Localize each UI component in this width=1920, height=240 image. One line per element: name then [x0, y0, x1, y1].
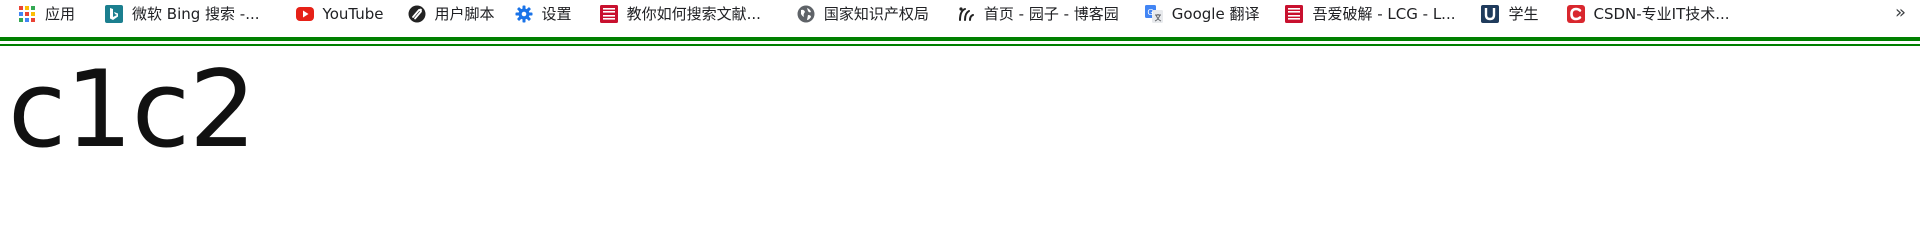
bookmark-label: 教你如何搜索文献...	[626, 5, 761, 23]
apps-grid-icon	[18, 5, 36, 23]
bookmark-google-translate[interactable]: G Google 翻译	[1139, 1, 1266, 27]
bookmark-label: 微软 Bing 搜索 -...	[132, 5, 260, 23]
bookmark-label: 首页 - 园子 - 博客园	[983, 5, 1119, 23]
bookmark-youtube[interactable]: YouTube	[290, 1, 390, 27]
bookmark-apps[interactable]: 应用	[12, 1, 81, 27]
bookmark-label: 应用	[45, 5, 76, 23]
gear-icon	[515, 5, 533, 23]
bookmark-label: 吾爱破解 - LCG - L...	[1312, 5, 1456, 23]
green-divider-line	[0, 44, 1920, 46]
u-logo-icon	[1481, 5, 1500, 23]
bookmark-label: Google 翻译	[1171, 5, 1260, 23]
bookmark-bing[interactable]: 微软 Bing 搜索 -...	[99, 1, 266, 27]
bookmarks-overflow-button[interactable]: »	[1895, 2, 1906, 23]
cnblogs-icon	[957, 5, 975, 23]
bookmark-student[interactable]: 学生	[1475, 1, 1544, 27]
bookmark-label: 学生	[1508, 5, 1539, 23]
bookmark-userscript[interactable]: 用户脚本	[402, 1, 501, 27]
bookmark-label: YouTube	[322, 5, 384, 23]
bookmark-52pojie[interactable]: 吾爱破解 - LCG - L...	[1279, 1, 1461, 27]
svg-text:G: G	[1147, 8, 1153, 17]
bookmark-cnipa[interactable]: 国家知识产权局	[791, 1, 935, 27]
bookmark-label: 设置	[541, 5, 572, 23]
page-heading: c1c2	[8, 48, 256, 171]
csdn-logo-icon	[1566, 5, 1585, 23]
bookmark-settings[interactable]: 设置	[509, 1, 578, 27]
bookmark-label: 用户脚本	[434, 5, 495, 23]
google-translate-icon: G	[1144, 5, 1163, 23]
bookmark-label: 国家知识产权局	[823, 5, 929, 23]
red-badge-icon	[1285, 5, 1304, 23]
green-divider-line	[0, 37, 1920, 41]
bookmark-cnblogs[interactable]: 首页 - 园子 - 博客园	[951, 1, 1125, 27]
bookmark-csdn[interactable]: CSDN-专业IT技术...	[1561, 1, 1736, 27]
bookmark-label: CSDN-专业IT技术...	[1593, 5, 1730, 23]
bookmark-search-literature[interactable]: 教你如何搜索文献...	[594, 1, 767, 27]
red-badge-icon	[599, 5, 618, 23]
bing-logo-icon	[105, 5, 124, 23]
userscript-icon	[408, 5, 426, 23]
bookmarks-bar: 应用 微软 Bing 搜索 -... YouTube 用户脚本 设置 教你如何搜…	[0, 0, 1920, 28]
globe-icon	[797, 5, 815, 23]
youtube-icon	[295, 5, 314, 23]
